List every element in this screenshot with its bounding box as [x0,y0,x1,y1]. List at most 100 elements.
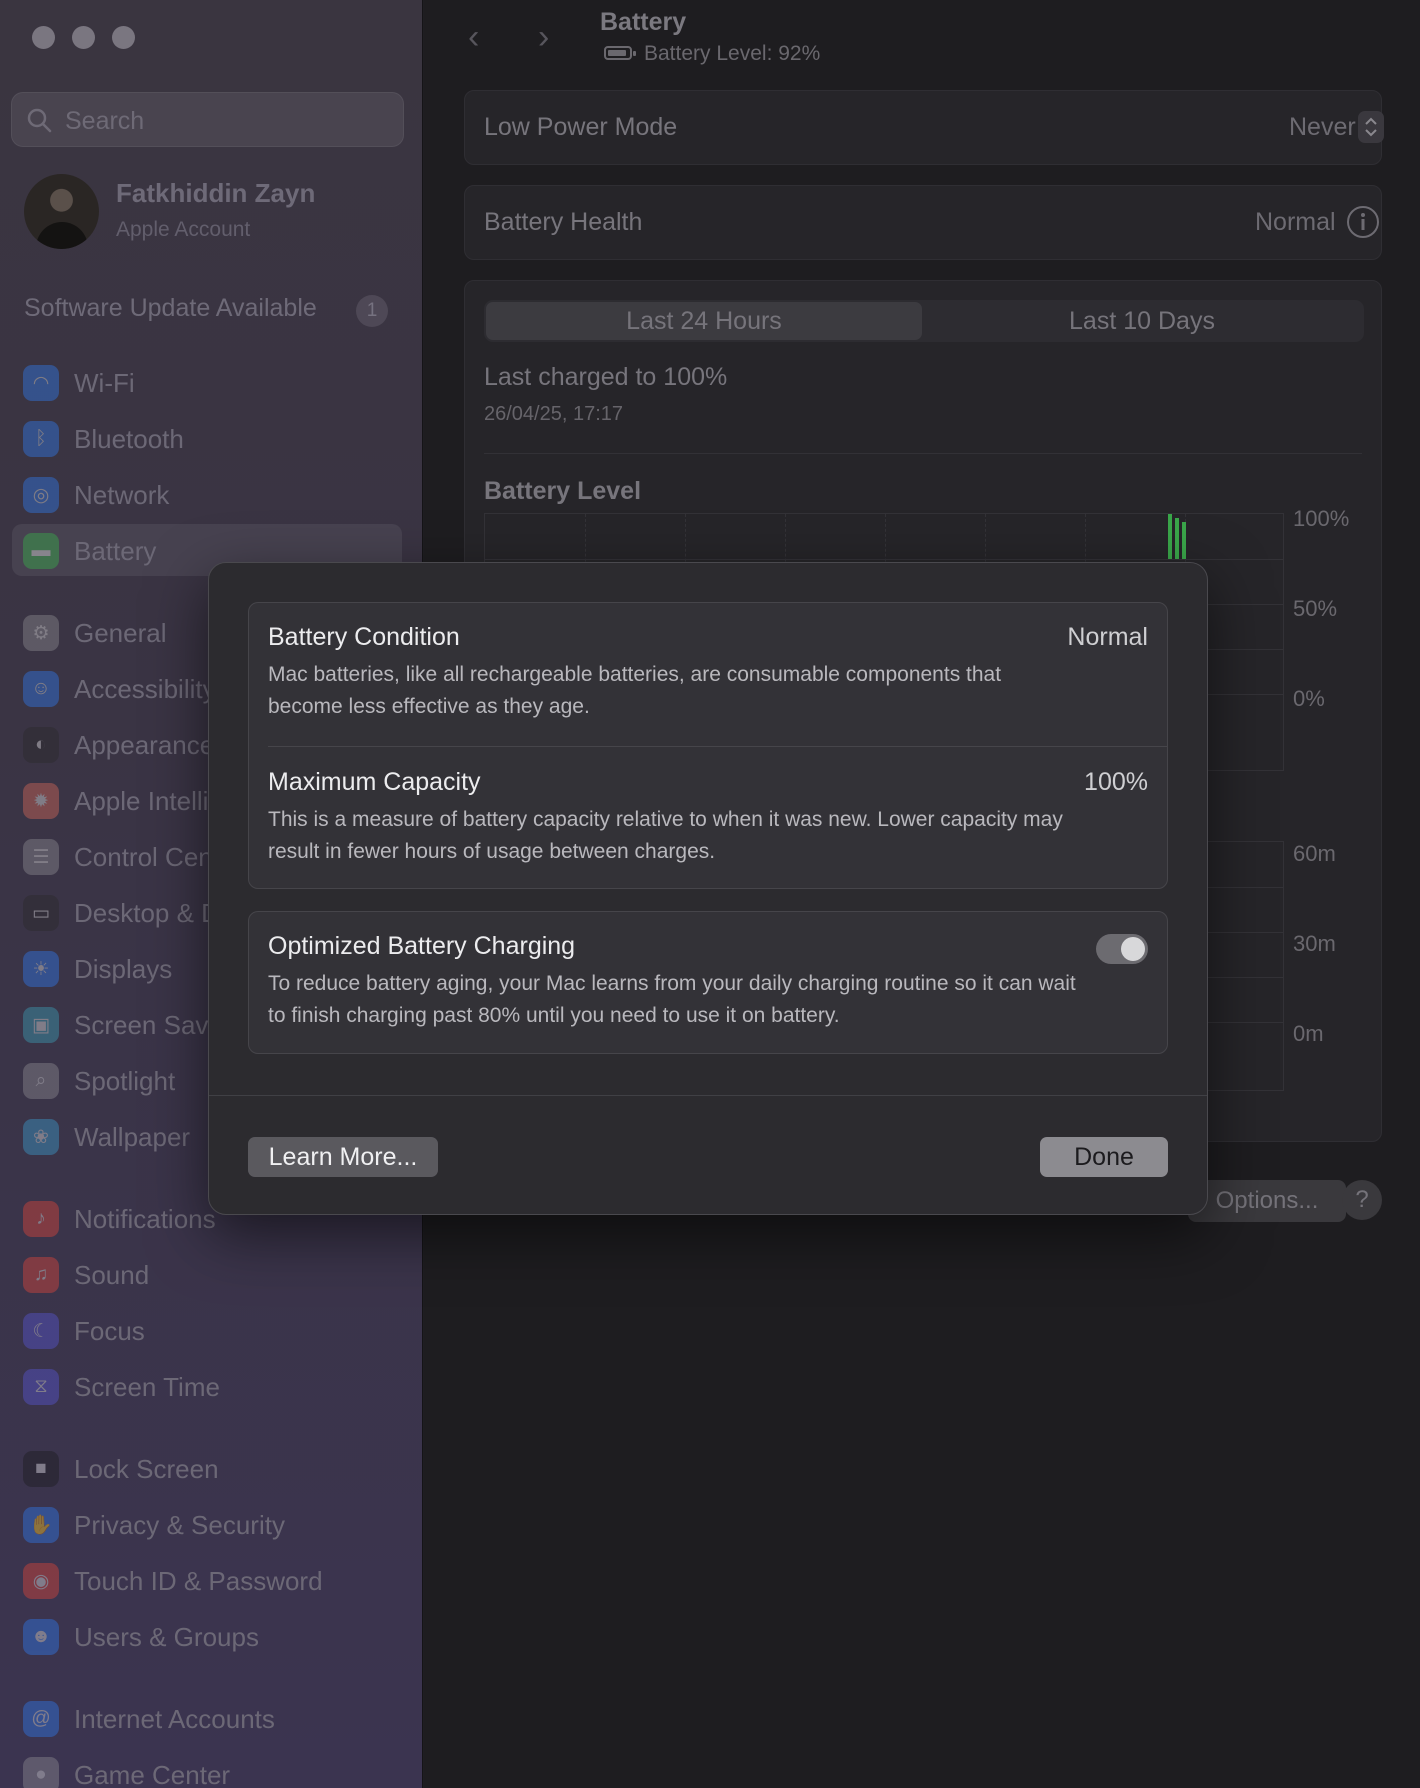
last-charged-label: Last charged to 100% [484,363,728,391]
options-button[interactable]: Options... [1188,1180,1346,1222]
speaker-icon: ♫ [23,1257,59,1293]
sidebar-item-wi-fi[interactable]: ◠ Wi-Fi [12,356,402,408]
battery-icon: ▬ [23,533,59,569]
window-controls [32,26,135,49]
sidebar-item-game-center[interactable]: ● Game Center [12,1748,402,1788]
low-power-value[interactable]: Never [1289,113,1356,142]
minimize-window-button[interactable] [72,26,95,49]
screensaver-icon: ▣ [23,1007,59,1043]
battery-health-value: Normal [1255,208,1336,236]
dock-icon: ▭ [23,895,59,931]
close-window-button[interactable] [32,26,55,49]
sidebar-item-label: Bluetooth [74,424,184,454]
sidebar-item-bluetooth[interactable]: ᛒ Bluetooth [12,412,402,464]
sidebar-item-label: Lock Screen [74,1454,219,1484]
sidebar-item-label: General [74,618,167,648]
update-count-badge: 1 [356,295,388,327]
spotlight-icon: ⌕ [23,1063,59,1099]
appearance-icon: ◐ [23,727,59,763]
maximum-capacity-description: This is a measure of battery capacity re… [268,808,1063,863]
optimized-charging-toggle[interactable] [1096,934,1148,964]
search-field[interactable]: Search [11,92,404,147]
level-tick: 50% [1293,596,1338,621]
sidebar-item-screen-time[interactable]: ⧖ Screen Time [12,1360,402,1412]
usage-tick: 60m [1293,841,1336,866]
gamecenter-icon: ● [23,1757,59,1788]
maximum-capacity-value: 100% [1084,768,1148,796]
battery-health-label: Battery Health [484,208,643,236]
tab-last-24-hours[interactable]: Last 24 Hours [486,302,922,340]
battery-condition-title: Battery Condition [268,623,460,651]
siri-icon: ✹ [23,783,59,819]
sidebar-item-sound[interactable]: ♫ Sound [12,1248,402,1300]
level-bar [1175,518,1179,559]
learn-more-button[interactable]: Learn More... [248,1137,438,1177]
wifi-icon: ◠ [23,365,59,401]
divider [484,453,1362,454]
maximum-capacity-title: Maximum Capacity [268,768,481,796]
hand-icon: ✋ [23,1507,59,1543]
sidebar-item-lock-screen[interactable]: ■ Lock Screen [12,1442,402,1494]
control-centre-icon: ☰ [23,839,59,875]
sidebar-item-label: Wi-Fi [74,368,135,398]
battery-health-dialog: Battery Condition Normal Mac batteries, … [208,562,1208,1215]
bluetooth-icon: ᛒ [23,421,59,457]
wallpaper-icon: ❀ [23,1119,59,1155]
chart-title: Battery Level [484,477,642,505]
zoom-window-button[interactable] [112,26,135,49]
account-item[interactable]: Fatkhiddin Zayn Apple Account [24,174,404,254]
low-power-label: Low Power Mode [484,113,678,141]
last-charged-time: 26/04/25, 17:17 [484,403,624,425]
help-button[interactable]: ? [1342,1180,1382,1220]
forward-arrow-icon[interactable]: › [538,18,549,57]
sidebar-item-label: Appearance [74,730,215,760]
hourglass-icon: ⧖ [23,1369,59,1405]
divider [268,746,1167,747]
moon-icon: ☾ [23,1313,59,1349]
sidebar-item-users-groups[interactable]: ☻ Users & Groups [12,1610,402,1662]
level-bar [1182,522,1186,559]
back-arrow-icon[interactable]: ‹ [468,18,479,57]
sidebar-item-label: Privacy & Security [74,1510,285,1540]
sidebar-item-privacy-security[interactable]: ✋ Privacy & Security [12,1498,402,1550]
sidebar-item-label: Game Center [74,1760,231,1788]
search-icon [26,107,52,138]
level-tick: 0% [1293,686,1325,711]
battery-condition-value: Normal [1067,623,1148,651]
account-name: Fatkhiddin Zayn [116,178,316,208]
accessibility-icon: ☺ [23,671,59,707]
search-placeholder: Search [65,107,145,135]
sidebar-item-label: Touch ID & Password [74,1566,323,1596]
sidebar-item-label: Displays [74,954,173,984]
tab-last-10-days[interactable]: Last 10 Days [924,300,1360,342]
sidebar-item-label: Screen Time [74,1372,220,1402]
sidebar-item-label: Wallpaper [74,1122,191,1152]
optimized-charging-title: Optimized Battery Charging [268,932,576,960]
divider [209,1095,1207,1096]
battery-info-group: Battery Condition Normal Mac batteries, … [248,602,1168,889]
done-button[interactable]: Done [1040,1137,1168,1177]
optimized-charging-description: To reduce battery aging, your Mac learns… [268,972,1076,1027]
lock-icon: ■ [23,1451,59,1487]
page-title: Battery [600,8,687,36]
users-icon: ☻ [23,1619,59,1655]
battery-health-row: Battery Health Normal [464,185,1382,260]
level-tick: 100% [1293,506,1350,531]
info-icon[interactable] [1345,204,1381,245]
level-bar [1168,514,1172,559]
sidebar-item-label: Accessibility [74,674,216,704]
avatar [24,174,99,249]
usage-tick: 30m [1293,931,1336,956]
sidebar-item-focus[interactable]: ☾ Focus [12,1304,402,1356]
sidebar-item-touch-id-password[interactable]: ◉ Touch ID & Password [12,1554,402,1606]
sidebar-item-network[interactable]: ◎ Network [12,468,402,520]
sidebar-item-label: Focus [74,1316,145,1346]
account-subtitle: Apple Account [116,218,251,241]
battery-condition-description: Mac batteries, like all rechargeable bat… [268,663,1002,718]
sidebar-item-internet-accounts[interactable]: @ Internet Accounts [12,1692,402,1744]
software-update-item[interactable]: Software Update Available [24,294,317,323]
low-power-row: Low Power Mode Never [464,90,1384,165]
low-power-stepper[interactable] [1358,111,1384,143]
sidebar-item-label: Battery [74,536,157,566]
sidebar-item-label: Sound [74,1260,150,1290]
